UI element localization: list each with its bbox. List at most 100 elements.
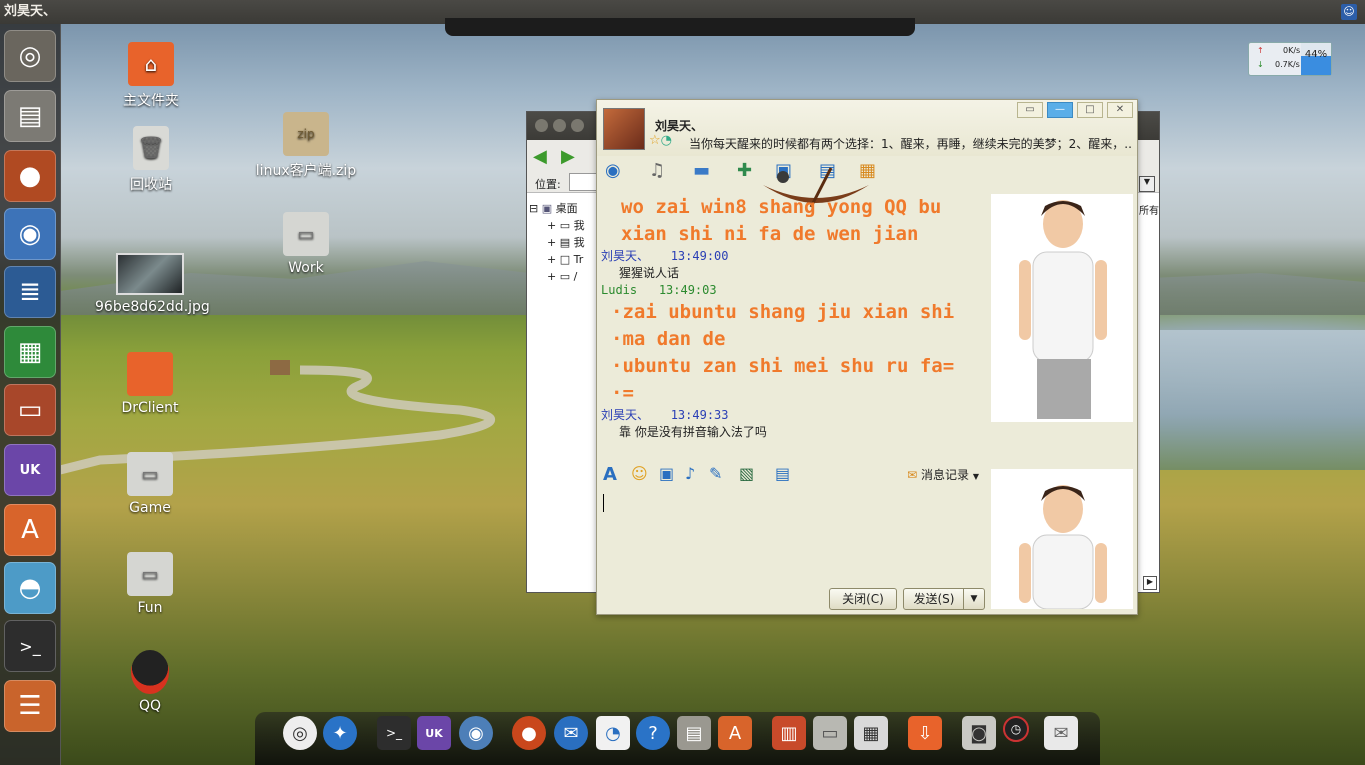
chat-message-line: ·= xyxy=(601,380,985,407)
send-image-icon[interactable]: ▧ xyxy=(739,464,754,483)
qq-penguin-icon xyxy=(131,650,169,694)
chat-message-line: xian shi ni fa de wen jian xyxy=(601,221,985,248)
clock-icon[interactable]: ◷ xyxy=(1003,716,1029,742)
chromium-icon[interactable]: ◉ xyxy=(459,716,493,750)
minimize-icon[interactable] xyxy=(553,119,566,132)
tree-item[interactable]: ⊟ ▣ 桌面 xyxy=(529,200,599,217)
firefox-icon[interactable]: ● xyxy=(512,716,546,750)
network-monitor: ↑ 0K/s ↓ 0.7K/s 44% xyxy=(1248,42,1332,76)
ubuntu-kylin-icon[interactable]: UK xyxy=(417,716,451,750)
desktop-icon-trash[interactable]: 🗑 回收站 xyxy=(96,126,206,194)
scroll-right-arrow-icon[interactable]: ▶ xyxy=(1143,576,1157,590)
drive-icon: ▭ xyxy=(283,212,329,256)
stacked-apps-icon[interactable]: ☰ xyxy=(4,680,56,732)
terminal-icon[interactable]: >_ xyxy=(4,620,56,672)
tree-toggle[interactable]: + xyxy=(547,270,556,283)
emoji-icon[interactable]: ☺ xyxy=(631,464,648,483)
chat-icon[interactable]: ◔ xyxy=(596,716,630,750)
downloads-icon[interactable]: ⇩ xyxy=(908,716,942,750)
download-speed: 0.7K/s xyxy=(1275,60,1300,69)
screenshot-icon[interactable]: ▣ xyxy=(659,464,674,483)
desktop-icon-zip[interactable]: zip linux客户端.zip xyxy=(251,112,361,180)
wallpaper-lake xyxy=(1150,330,1365,470)
chat-message-text: = xyxy=(622,382,634,404)
chat-message-text: zai ubuntu shang jiu xian shi xyxy=(622,301,955,323)
voice-message-icon[interactable]: ♪ xyxy=(685,464,695,483)
desktop-icon-label: Game xyxy=(129,500,171,516)
chromium-icon[interactable]: ◉ xyxy=(4,208,56,260)
restore-icon[interactable]: ▭ xyxy=(1017,102,1043,118)
document-viewer-icon[interactable]: ▥ xyxy=(772,716,806,750)
desktop-icon-image[interactable]: 96be8d62dd.jpg xyxy=(95,253,210,315)
minimize-icon[interactable]: — xyxy=(1047,102,1073,118)
screenshot-icon[interactable]: ◙ xyxy=(962,716,996,750)
tree-toggle[interactable]: + xyxy=(547,253,556,266)
calculator-icon[interactable]: ▦ xyxy=(854,716,888,750)
thunderbird-icon[interactable]: ✉ xyxy=(554,716,588,750)
tree-toggle[interactable]: + xyxy=(547,219,556,232)
screen-share-icon[interactable]: ▤ xyxy=(775,464,790,483)
calc-icon[interactable]: ▦ xyxy=(4,326,56,378)
desktop-icon-game[interactable]: ▭ Game xyxy=(95,452,205,516)
send-file-icon[interactable]: ▬ xyxy=(693,160,710,181)
desktop-icon-label: 主文件夹 xyxy=(123,93,179,109)
top-mini-dock[interactable] xyxy=(445,18,915,36)
message-header: 刘昊天、 13:49:00 xyxy=(601,248,985,265)
close-icon[interactable]: ✕ xyxy=(1107,102,1133,118)
tree-item[interactable]: + ▭ / xyxy=(529,268,599,285)
voice-call-icon[interactable]: ♫ xyxy=(649,160,665,181)
video-call-icon[interactable]: ◉ xyxy=(605,160,621,181)
terminal-icon[interactable]: >_ xyxy=(377,716,411,750)
ubuntu-logo-icon[interactable]: ◎ xyxy=(283,716,317,750)
mail-icon[interactable]: ✉ xyxy=(1044,716,1078,750)
desktop-icon-fun[interactable]: ▭ Fun xyxy=(95,552,205,616)
message-sender: Ludis xyxy=(601,283,638,297)
maximize-icon[interactable]: □ xyxy=(1077,102,1103,118)
font-icon[interactable]: A xyxy=(603,464,617,485)
avatar[interactable] xyxy=(603,108,645,150)
download-arrow-icon: ↓ xyxy=(1257,60,1264,69)
message-input[interactable] xyxy=(601,486,985,582)
send-options-dropdown[interactable]: ▼ xyxy=(963,588,985,610)
back-arrow-icon[interactable]: ◀ xyxy=(533,146,547,167)
ubuntu-logo-icon[interactable]: ◎ xyxy=(4,30,56,82)
chat-message-text: wo zai win8 shang yong QQ bu xyxy=(621,196,942,218)
drive-icon[interactable]: ▭ xyxy=(813,716,847,750)
help-icon[interactable]: ? xyxy=(636,716,670,750)
desktop-icon-home[interactable]: ⌂ 主文件夹 xyxy=(96,42,206,110)
message-time: 13:49:00 xyxy=(670,249,729,263)
software-center-icon[interactable]: A xyxy=(718,716,752,750)
tree-item[interactable]: + ▤ 我 xyxy=(529,234,599,251)
send-button[interactable]: 发送(S) xyxy=(903,588,965,610)
tree-toggle[interactable]: + xyxy=(547,236,556,249)
message-history-button[interactable]: ✉ 消息记录 ▼ xyxy=(907,466,979,483)
forward-arrow-icon[interactable]: ▶ xyxy=(561,146,575,167)
files-icon[interactable]: ▤ xyxy=(677,716,711,750)
tree-toggle[interactable]: ⊟ xyxy=(529,202,538,215)
writer-icon[interactable]: ≣ xyxy=(4,266,56,318)
qq-client-icon[interactable]: ◓ xyxy=(4,562,56,614)
files-icon[interactable]: ▤ xyxy=(4,90,56,142)
software-center-icon[interactable]: A xyxy=(4,504,56,556)
drive-icon: ▭ xyxy=(127,552,173,596)
desktop-icon-qq[interactable]: QQ xyxy=(95,650,205,714)
qq-chat-window: 刘昊天、 ☆◔ 当你每天醒来的时候都有两个选择：1、醒来，再睡，继续未完的美梦；… xyxy=(596,99,1138,615)
desktop-icon-drclient[interactable]: DrClient xyxy=(95,352,205,416)
ubuntu-kylin-icon[interactable]: UK xyxy=(4,444,56,496)
handwriting-icon[interactable]: ✎ xyxy=(709,464,722,483)
maximize-icon[interactable] xyxy=(571,119,584,132)
location-field[interactable] xyxy=(569,173,597,191)
user-menu-icon[interactable]: ☺ xyxy=(1341,4,1357,20)
tree-item[interactable]: + ▭ 我 xyxy=(529,217,599,234)
accessibility-icon[interactable]: ✦ xyxy=(323,716,357,750)
desktop-icon-work[interactable]: ▭ Work xyxy=(251,212,361,276)
desktop-icon-label: 96be8d62dd.jpg xyxy=(95,299,210,315)
tree-item[interactable]: + □ Tr xyxy=(529,251,599,268)
firefox-icon[interactable]: ● xyxy=(4,150,56,202)
add-friend-icon[interactable]: ✚ xyxy=(737,160,752,181)
close-button[interactable]: 关闭(C) xyxy=(829,588,897,610)
location-label: 位置: xyxy=(535,178,561,191)
impress-icon[interactable]: ▭ xyxy=(4,384,56,436)
close-icon[interactable] xyxy=(535,119,548,132)
location-dropdown[interactable]: ▼ xyxy=(1139,176,1155,192)
